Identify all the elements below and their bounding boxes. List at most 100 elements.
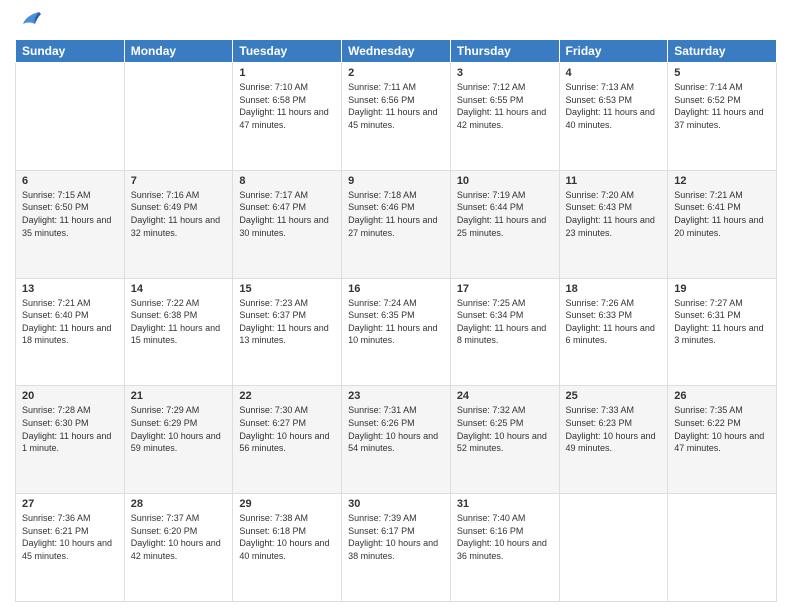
- cell-content: Sunrise: 7:40 AM Sunset: 6:16 PM Dayligh…: [457, 512, 553, 562]
- day-number: 9: [348, 175, 444, 187]
- calendar-cell: [124, 63, 233, 171]
- week-row-1: 1Sunrise: 7:10 AM Sunset: 6:58 PM Daylig…: [16, 63, 777, 171]
- day-number: 8: [239, 175, 335, 187]
- day-number: 17: [457, 283, 553, 295]
- calendar-cell: 16 Sunrise: 7:24 AM Sunset: 6:35 PM Dayli…: [342, 278, 451, 386]
- header: [15, 10, 777, 33]
- calendar-cell: 6 Sunrise: 7:15 AM Sunset: 6:50 PM Daylig…: [16, 170, 125, 278]
- cell-content: Sunrise: 7:21 AM Sunset: 6:41 PM Dayligh…: [674, 189, 770, 239]
- calendar-cell: 24 Sunrise: 7:32 AM Sunset: 6:25 PM Dayli…: [450, 386, 559, 494]
- day-number: 21: [131, 390, 227, 402]
- logo: [15, 10, 41, 33]
- calendar-cell: 31 Sunrise: 7:40 AM Sunset: 6:16 PM Dayli…: [450, 494, 559, 602]
- cell-content: Sunrise: 7:21 AM Sunset: 6:40 PM Dayligh…: [22, 297, 118, 347]
- calendar-cell: 17 Sunrise: 7:25 AM Sunset: 6:34 PM Dayli…: [450, 278, 559, 386]
- calendar-cell: 28 Sunrise: 7:37 AM Sunset: 6:20 PM Dayli…: [124, 494, 233, 602]
- logo-bird-icon: [21, 10, 41, 33]
- calendar-cell: 26 Sunrise: 7:35 AM Sunset: 6:22 PM Dayli…: [668, 386, 777, 494]
- cell-content: Sunrise: 7:28 AM Sunset: 6:30 PM Dayligh…: [22, 404, 118, 454]
- cell-content: Sunrise: 7:14 AM Sunset: 6:52 PM Dayligh…: [674, 81, 770, 131]
- day-number: 14: [131, 283, 227, 295]
- weekday-header-thursday: Thursday: [450, 40, 559, 63]
- cell-content: Sunrise: 7:22 AM Sunset: 6:38 PM Dayligh…: [131, 297, 227, 347]
- day-number: 28: [131, 498, 227, 510]
- cell-content: Sunrise: 7:35 AM Sunset: 6:22 PM Dayligh…: [674, 404, 770, 454]
- cell-content: Sunrise: 7:25 AM Sunset: 6:34 PM Dayligh…: [457, 297, 553, 347]
- calendar-cell: 19 Sunrise: 7:27 AM Sunset: 6:31 PM Dayli…: [668, 278, 777, 386]
- day-number: 5: [674, 67, 770, 79]
- calendar-cell: 27 Sunrise: 7:36 AM Sunset: 6:21 PM Dayli…: [16, 494, 125, 602]
- calendar-cell: 14 Sunrise: 7:22 AM Sunset: 6:38 PM Dayli…: [124, 278, 233, 386]
- calendar-cell: 13Sunrise: 7:21 AM Sunset: 6:40 PM Dayli…: [16, 278, 125, 386]
- cell-content: Sunrise: 7:20 AM Sunset: 6:43 PM Dayligh…: [566, 189, 662, 239]
- calendar-cell: 22Sunrise: 7:30 AM Sunset: 6:27 PM Dayli…: [233, 386, 342, 494]
- weekday-header-row: SundayMondayTuesdayWednesdayThursdayFrid…: [16, 40, 777, 63]
- day-number: 15: [239, 283, 335, 295]
- day-number: 2: [348, 67, 444, 79]
- week-row-3: 13Sunrise: 7:21 AM Sunset: 6:40 PM Dayli…: [16, 278, 777, 386]
- cell-content: Sunrise: 7:32 AM Sunset: 6:25 PM Dayligh…: [457, 404, 553, 454]
- day-number: 23: [348, 390, 444, 402]
- calendar-page: SundayMondayTuesdayWednesdayThursdayFrid…: [0, 0, 792, 612]
- cell-content: Sunrise: 7:31 AM Sunset: 6:26 PM Dayligh…: [348, 404, 444, 454]
- day-number: 11: [566, 175, 662, 187]
- weekday-header-tuesday: Tuesday: [233, 40, 342, 63]
- weekday-header-saturday: Saturday: [668, 40, 777, 63]
- calendar-cell: 25 Sunrise: 7:33 AM Sunset: 6:23 PM Dayli…: [559, 386, 668, 494]
- calendar-cell: 23 Sunrise: 7:31 AM Sunset: 6:26 PM Dayli…: [342, 386, 451, 494]
- day-number: 29: [239, 498, 335, 510]
- day-number: 10: [457, 175, 553, 187]
- day-number: 31: [457, 498, 553, 510]
- calendar-cell: 1Sunrise: 7:10 AM Sunset: 6:58 PM Daylig…: [233, 63, 342, 171]
- cell-content: Sunrise: 7:24 AM Sunset: 6:35 PM Dayligh…: [348, 297, 444, 347]
- calendar-cell: 4Sunrise: 7:13 AM Sunset: 6:53 PM Daylig…: [559, 63, 668, 171]
- day-number: 7: [131, 175, 227, 187]
- calendar-cell: 7 Sunrise: 7:16 AM Sunset: 6:49 PM Daylig…: [124, 170, 233, 278]
- calendar-cell: 29 Sunrise: 7:38 AM Sunset: 6:18 PM Dayli…: [233, 494, 342, 602]
- calendar-cell: 8 Sunrise: 7:17 AM Sunset: 6:47 PM Daylig…: [233, 170, 342, 278]
- calendar-cell: 11 Sunrise: 7:20 AM Sunset: 6:43 PM Dayli…: [559, 170, 668, 278]
- calendar-cell: 20Sunrise: 7:28 AM Sunset: 6:30 PM Dayli…: [16, 386, 125, 494]
- day-number: 19: [674, 283, 770, 295]
- day-number: 30: [348, 498, 444, 510]
- calendar-cell: 15 Sunrise: 7:23 AM Sunset: 6:37 PM Dayli…: [233, 278, 342, 386]
- day-number: 6: [22, 175, 118, 187]
- cell-content: Sunrise: 7:23 AM Sunset: 6:37 PM Dayligh…: [239, 297, 335, 347]
- day-number: 18: [566, 283, 662, 295]
- cell-content: Sunrise: 7:13 AM Sunset: 6:53 PM Dayligh…: [566, 81, 662, 131]
- calendar-cell: 12 Sunrise: 7:21 AM Sunset: 6:41 PM Dayli…: [668, 170, 777, 278]
- calendar-cell: [16, 63, 125, 171]
- cell-content: Sunrise: 7:26 AM Sunset: 6:33 PM Dayligh…: [566, 297, 662, 347]
- cell-content: Sunrise: 7:37 AM Sunset: 6:20 PM Dayligh…: [131, 512, 227, 562]
- day-number: 12: [674, 175, 770, 187]
- calendar-cell: 30Sunrise: 7:39 AM Sunset: 6:17 PM Dayli…: [342, 494, 451, 602]
- cell-content: Sunrise: 7:36 AM Sunset: 6:21 PM Dayligh…: [22, 512, 118, 562]
- weekday-header-monday: Monday: [124, 40, 233, 63]
- day-number: 3: [457, 67, 553, 79]
- cell-content: Sunrise: 7:33 AM Sunset: 6:23 PM Dayligh…: [566, 404, 662, 454]
- week-row-2: 6 Sunrise: 7:15 AM Sunset: 6:50 PM Daylig…: [16, 170, 777, 278]
- weekday-header-friday: Friday: [559, 40, 668, 63]
- day-number: 22: [239, 390, 335, 402]
- calendar-cell: 3Sunrise: 7:12 AM Sunset: 6:55 PM Daylig…: [450, 63, 559, 171]
- calendar-cell: 2Sunrise: 7:11 AM Sunset: 6:56 PM Daylig…: [342, 63, 451, 171]
- weekday-header-wednesday: Wednesday: [342, 40, 451, 63]
- cell-content: Sunrise: 7:16 AM Sunset: 6:49 PM Dayligh…: [131, 189, 227, 239]
- cell-content: Sunrise: 7:15 AM Sunset: 6:50 PM Dayligh…: [22, 189, 118, 239]
- day-number: 26: [674, 390, 770, 402]
- day-number: 25: [566, 390, 662, 402]
- calendar-table: SundayMondayTuesdayWednesdayThursdayFrid…: [15, 39, 777, 602]
- day-number: 16: [348, 283, 444, 295]
- cell-content: Sunrise: 7:18 AM Sunset: 6:46 PM Dayligh…: [348, 189, 444, 239]
- cell-content: Sunrise: 7:29 AM Sunset: 6:29 PM Dayligh…: [131, 404, 227, 454]
- cell-content: Sunrise: 7:17 AM Sunset: 6:47 PM Dayligh…: [239, 189, 335, 239]
- calendar-cell: [559, 494, 668, 602]
- cell-content: Sunrise: 7:19 AM Sunset: 6:44 PM Dayligh…: [457, 189, 553, 239]
- cell-content: Sunrise: 7:27 AM Sunset: 6:31 PM Dayligh…: [674, 297, 770, 347]
- calendar-cell: 18 Sunrise: 7:26 AM Sunset: 6:33 PM Dayli…: [559, 278, 668, 386]
- day-number: 24: [457, 390, 553, 402]
- calendar-cell: [668, 494, 777, 602]
- day-number: 27: [22, 498, 118, 510]
- calendar-cell: 9 Sunrise: 7:18 AM Sunset: 6:46 PM Daylig…: [342, 170, 451, 278]
- cell-content: Sunrise: 7:38 AM Sunset: 6:18 PM Dayligh…: [239, 512, 335, 562]
